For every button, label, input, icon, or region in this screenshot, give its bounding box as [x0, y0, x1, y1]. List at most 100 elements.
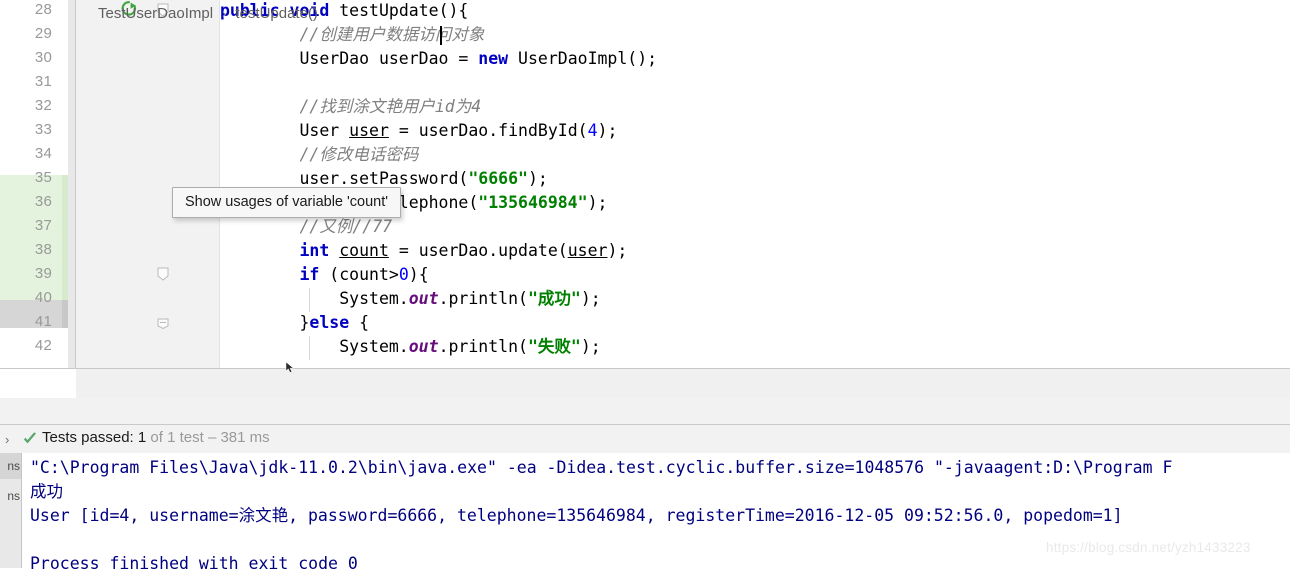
gutter-row: 42 — [0, 335, 144, 359]
code-token: 4 — [587, 121, 598, 140]
line-number: 28 — [34, 1, 52, 18]
line-number: 41 — [34, 313, 52, 330]
code-token: = userDao.findById( — [388, 121, 588, 140]
code-line: User user = userDao.findById(4); — [220, 119, 1290, 143]
code-token: //又例//77 — [220, 217, 393, 236]
gutter-row: 36 — [0, 191, 144, 215]
code-token: new — [478, 49, 509, 68]
gutter-row: 40 — [0, 287, 144, 311]
code-line: //找到涂文艳用户id为4 — [220, 95, 1290, 119]
code-line: }else { — [220, 311, 1290, 335]
code-token: testUpdate(){ — [329, 1, 469, 20]
code-token: ); — [527, 169, 548, 188]
gutter-row: 34 — [0, 143, 144, 167]
gutter-row: 29 — [0, 23, 144, 47]
gutter-row: 32 — [0, 95, 144, 119]
code-token: int — [220, 241, 330, 260]
code-token: ); — [580, 289, 601, 308]
test-of-text: of 1 test — [146, 429, 208, 446]
line-number: 34 — [34, 145, 52, 162]
code-token: = userDao.update( — [388, 241, 568, 260]
code-line: UserDao userDao = new UserDaoImpl(); — [220, 47, 1290, 71]
breadcrumb-bar — [76, 368, 1290, 399]
code-token: ); — [580, 337, 601, 356]
mouse-cursor-icon — [285, 362, 294, 373]
tool-window-tab[interactable]: ns — [0, 483, 22, 509]
usages-tooltip: Show usages of variable 'count' — [172, 187, 402, 218]
breadcrumb-left-pad — [0, 368, 76, 399]
breadcrumb: TestUserDaoImpl › testUpdate() — [98, 5, 318, 22]
line-number: 37 — [34, 217, 52, 234]
gutter-row: 39 — [0, 263, 169, 287]
code-line: System.out.println("失败"); — [220, 335, 1290, 359]
code-token: out — [408, 289, 439, 308]
line-number: 38 — [34, 241, 52, 258]
code-token: { — [349, 313, 370, 332]
code-token: ){ — [408, 265, 429, 284]
chevron-right-icon: › — [222, 6, 227, 21]
text-caret — [440, 26, 442, 45]
tool-window-tab[interactable]: ns — [0, 453, 22, 479]
code-line: //创建用户数据访问对象 — [220, 23, 1290, 47]
code-token: if — [220, 265, 320, 284]
ide-window: 28 29 30 31 32 33 34 35 36 37 38 39 40 41 42 public vo… — [0, 0, 1290, 573]
code-token: //找到涂文艳用户id为4 — [220, 97, 482, 116]
expander-icon[interactable]: › — [5, 432, 9, 447]
code-line: if (count>0){ — [220, 263, 1290, 287]
console-line: 成功 — [30, 482, 63, 501]
gutter-row: 38 — [0, 239, 144, 263]
code-token: out — [408, 337, 439, 356]
code-token: System. — [220, 337, 409, 356]
gutter-row: 31 — [0, 71, 144, 95]
code-token: (count> — [319, 265, 399, 284]
line-number: 31 — [34, 73, 52, 90]
fold-collapse-icon[interactable] — [156, 267, 170, 281]
panel-gap — [0, 398, 1290, 426]
test-passed-count: 1 — [137, 429, 147, 446]
code-line: //又例//77 — [220, 215, 1290, 239]
gutter-row: 33 — [0, 119, 144, 143]
code-token[interactable]: user — [349, 121, 389, 140]
code-token: //修改电话密码 — [220, 145, 419, 164]
console-line: Process finished with exit code 0 — [30, 554, 358, 573]
code-token: ); — [607, 241, 628, 260]
line-number: 30 — [34, 49, 52, 66]
gutter-row: 30 — [0, 47, 144, 71]
breadcrumb-class[interactable]: TestUserDaoImpl — [98, 5, 213, 22]
code-token: System. — [220, 289, 409, 308]
gutter-row: 35 — [0, 167, 144, 191]
indent-guide — [309, 288, 310, 312]
line-number: 29 — [34, 25, 52, 42]
line-number: 42 — [34, 337, 52, 354]
editor-region: 28 29 30 31 32 33 34 35 36 37 38 39 40 41 42 public vo… — [0, 0, 1290, 368]
code-line: System.out.println("成功"); — [220, 287, 1290, 311]
code-token: ); — [597, 121, 618, 140]
gutter-row: 41 — [0, 311, 169, 335]
test-duration: – 381 ms — [207, 429, 270, 446]
test-status-text: Tests passed: 1 of 1 test – 381 ms — [42, 429, 270, 446]
code-token: User — [220, 121, 350, 140]
code-token: else — [309, 313, 350, 332]
code-token: UserDao userDao = — [220, 49, 479, 68]
breadcrumb-method[interactable]: testUpdate() — [235, 5, 318, 22]
tool-window-vertical-tabs[interactable]: ns ns — [0, 453, 22, 568]
code-line: //修改电话密码 — [220, 143, 1290, 167]
code-token: 0 — [398, 265, 409, 284]
line-number: 36 — [34, 193, 52, 210]
code-token: "6666" — [468, 169, 528, 188]
gutter-row: 37 — [0, 215, 144, 239]
watermark: https://blog.csdn.net/yzh1433223 — [1046, 540, 1251, 555]
line-number: 33 — [34, 121, 52, 138]
fold-end-icon[interactable] — [156, 315, 170, 329]
code-token: ); — [587, 193, 608, 212]
code-token[interactable]: user — [568, 241, 608, 260]
code-token[interactable]: count — [339, 241, 389, 260]
code-token: } — [220, 313, 310, 332]
code-text-area[interactable]: public void testUpdate(){ //创建用户数据访问对象 U… — [220, 0, 1290, 368]
code-token: "失败" — [527, 337, 581, 356]
check-icon — [24, 432, 36, 444]
code-token: "135646984" — [478, 193, 588, 212]
code-line: public void testUpdate(){ — [220, 0, 1290, 23]
